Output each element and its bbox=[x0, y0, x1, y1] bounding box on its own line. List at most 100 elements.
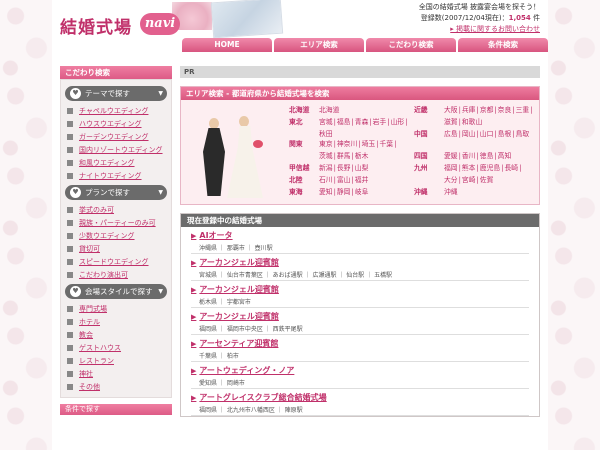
pref-link[interactable]: 愛媛 bbox=[444, 150, 458, 162]
pref-link[interactable]: 山口 bbox=[480, 128, 494, 140]
pref-link[interactable]: 福井 bbox=[355, 174, 369, 186]
pref-link[interactable]: 岡山 bbox=[462, 128, 476, 140]
separator: | bbox=[458, 118, 461, 126]
pref-link[interactable]: 高知 bbox=[498, 150, 512, 162]
pref-link[interactable]: 香川 bbox=[462, 150, 476, 162]
pref-link[interactable]: 富山 bbox=[337, 174, 351, 186]
nav-home[interactable]: HOME bbox=[182, 38, 272, 52]
pref-link[interactable]: 三重 bbox=[516, 104, 530, 116]
pref-link[interactable]: 滋賀 bbox=[444, 116, 458, 128]
pref-link[interactable]: 福岡 bbox=[444, 162, 458, 174]
sidebar-link-label: こだわり演出可 bbox=[79, 270, 128, 279]
sidebar-section-header: ♥ テーマで探す ▼ bbox=[65, 86, 167, 101]
sidebar-section-title: プランで探す bbox=[85, 188, 130, 197]
separator: | bbox=[458, 176, 461, 184]
sidebar-link[interactable]: その他 bbox=[65, 380, 167, 393]
nav-area-search[interactable]: エリア検索 bbox=[274, 38, 364, 52]
pref-link[interactable]: 石川 bbox=[319, 174, 333, 186]
bullet-square-icon bbox=[67, 107, 73, 114]
pref-link[interactable]: 島根 bbox=[498, 128, 512, 140]
sidebar-title: こだわり検索 bbox=[60, 66, 172, 79]
sidebar-link[interactable]: ホテル bbox=[65, 315, 167, 328]
pref-link[interactable]: 宮城 bbox=[319, 116, 333, 128]
count-unit: 件 bbox=[530, 14, 540, 22]
pref-link[interactable]: 大分 bbox=[444, 174, 458, 186]
sidebar-link[interactable]: 和風ウエディング bbox=[65, 156, 167, 169]
pref-link[interactable]: 兵庫 bbox=[462, 104, 476, 116]
pref-link[interactable]: 鳥取 bbox=[516, 128, 530, 140]
pref-link[interactable]: 東京 bbox=[319, 138, 333, 150]
venue-location: 愛知県 ｜ 岡崎市 bbox=[199, 380, 245, 387]
pref-group: 大阪 | 兵庫 | 京都 | 奈良 | 三重 | 滋賀 | 和歌山 bbox=[444, 104, 534, 128]
pref-group: 石川 | 富山 | 福井 bbox=[319, 174, 409, 186]
bullet-square-icon bbox=[67, 344, 73, 351]
pref-link[interactable]: 新潟 bbox=[319, 162, 333, 174]
pref-link[interactable]: 佐賀 bbox=[480, 174, 494, 186]
chevron-down-icon: ▼ bbox=[158, 189, 163, 196]
venue-link[interactable]: ▶ アーカンジェル迎賓館 bbox=[191, 257, 529, 268]
region-row: 東北 宮城 | 福島 | 青森 | 岩手 | 山形 | 秋田 bbox=[289, 116, 411, 140]
separator: | bbox=[351, 152, 354, 160]
pref-link[interactable]: 埼玉 bbox=[362, 138, 376, 150]
pref-link[interactable]: 岐阜 bbox=[355, 186, 369, 198]
venue-link[interactable]: ▶ アーセンティア迎賓館 bbox=[191, 338, 529, 349]
bullet-square-icon bbox=[67, 383, 73, 390]
sidebar-link[interactable]: 親族・パーティーのみ可 bbox=[65, 216, 167, 229]
region-row: 沖縄 沖縄 bbox=[414, 186, 536, 198]
pref-link[interactable]: 岩手 bbox=[373, 116, 387, 128]
venue-link[interactable]: ▶ アーカンジェル迎賓館 bbox=[191, 311, 529, 322]
pref-link[interactable]: 京都 bbox=[480, 104, 494, 116]
pref-link[interactable]: 神奈川 bbox=[337, 138, 357, 150]
nav-condition-search[interactable]: 条件検索 bbox=[458, 38, 548, 52]
pref-link[interactable]: 徳島 bbox=[480, 150, 494, 162]
sidebar-link[interactable]: ガーデンウエディング bbox=[65, 130, 167, 143]
sidebar-link[interactable]: 専門式場 bbox=[65, 302, 167, 315]
sidebar-link[interactable]: ゲストハウス bbox=[65, 341, 167, 354]
pref-link[interactable]: 奈良 bbox=[498, 104, 512, 116]
pref-link[interactable]: 群馬 bbox=[337, 150, 351, 162]
pref-link[interactable]: 山形 bbox=[391, 116, 405, 128]
pref-link[interactable]: 青森 bbox=[355, 116, 369, 128]
sidebar-link[interactable]: 国内リゾートウエディング bbox=[65, 143, 167, 156]
pref-link[interactable]: 静岡 bbox=[337, 186, 351, 198]
separator: | bbox=[405, 118, 408, 126]
pref-link[interactable]: 長崎 bbox=[504, 162, 518, 174]
sidebar-link[interactable]: ハウスウエディング bbox=[65, 117, 167, 130]
sidebar-link[interactable]: 神社 bbox=[65, 367, 167, 380]
pref-link[interactable]: 栃木 bbox=[355, 150, 369, 162]
venue-link[interactable]: ▶ アーカンジェル迎賓館 bbox=[191, 284, 529, 295]
pref-link[interactable]: 北海道 bbox=[319, 104, 339, 116]
pref-link[interactable]: 長野 bbox=[337, 162, 351, 174]
sidebar-link[interactable]: スピードウエディング bbox=[65, 255, 167, 268]
sidebar-link[interactable]: 貸切可 bbox=[65, 242, 167, 255]
region-name: 東海 bbox=[289, 188, 303, 196]
pref-link[interactable]: 熊本 bbox=[462, 162, 476, 174]
site-logo[interactable]: 結婚式場 bbox=[60, 13, 132, 38]
pref-link[interactable]: 茨城 bbox=[319, 150, 333, 162]
sidebar-link[interactable]: ナイトウエディング bbox=[65, 169, 167, 182]
pref-link[interactable]: 千葉 bbox=[379, 138, 393, 150]
pref-link[interactable]: 山梨 bbox=[355, 162, 369, 174]
sidebar-link[interactable]: 挙式のみ可 bbox=[65, 203, 167, 216]
sidebar-link[interactable]: 教会 bbox=[65, 328, 167, 341]
sidebar-link[interactable]: チャペルウエディング bbox=[65, 104, 167, 117]
sidebar-link[interactable]: 少数ウエディング bbox=[65, 229, 167, 242]
venue-link[interactable]: ▶ アートウェディング・ノア bbox=[191, 365, 529, 376]
pref-link[interactable]: 広島 bbox=[444, 128, 458, 140]
nav-feature-search[interactable]: こだわり検索 bbox=[366, 38, 456, 52]
pref-link[interactable]: 和歌山 bbox=[462, 116, 482, 128]
pref-link[interactable]: 鹿児島 bbox=[480, 162, 500, 174]
pref-link[interactable]: 宮崎 bbox=[462, 174, 476, 186]
pref-link[interactable]: 大阪 bbox=[444, 104, 458, 116]
pref-link[interactable]: 沖縄 bbox=[444, 186, 458, 198]
venue-link[interactable]: ▶ AIオータ bbox=[191, 230, 529, 241]
venue-link[interactable]: ▶ アートグレイスクラブ総合結婚式場 bbox=[191, 392, 529, 403]
venue-item: ▶ アートグレイスクラブ総合結婚式場 福岡県 ｜ 北九州市八幡西区 ｜ 陣原駅 bbox=[191, 389, 529, 416]
area-search-panel: エリア検索 - 都道府県から結婚式場を検索 北海道 北海道 東北 宮城 | 福島 | 青森 | 岩… bbox=[180, 86, 540, 205]
site-logo-navi[interactable]: navi bbox=[140, 13, 180, 35]
sidebar-link[interactable]: レストラン bbox=[65, 354, 167, 367]
publish-inquiry-link[interactable]: ▸ 掲載に関するお問い合わせ bbox=[450, 24, 540, 34]
sidebar-link[interactable]: こだわり演出可 bbox=[65, 268, 167, 281]
pref-link[interactable]: 愛知 bbox=[319, 186, 333, 198]
pref-link[interactable]: 福島 bbox=[337, 116, 351, 128]
